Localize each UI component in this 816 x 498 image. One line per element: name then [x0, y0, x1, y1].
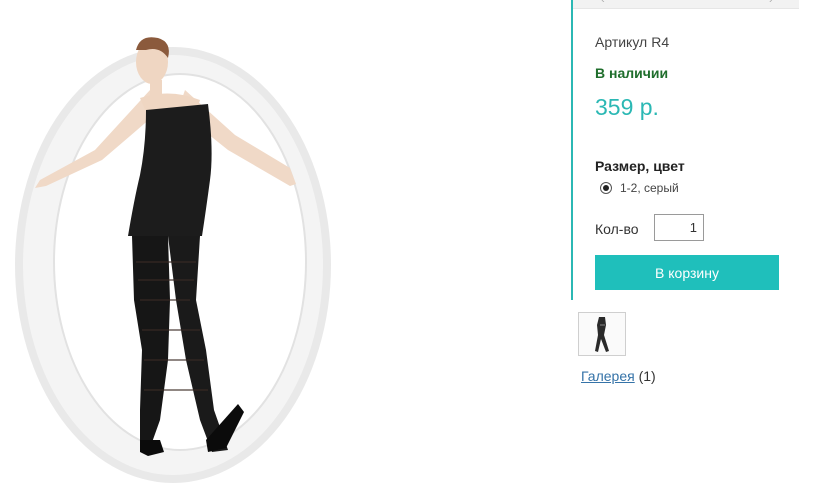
- quantity-input[interactable]: [654, 214, 704, 241]
- panel-nav-bar: ‹ ›: [573, 0, 799, 9]
- buy-panel: ‹ › Артикул R4 В наличии 359 р. Размер, ц…: [571, 0, 803, 300]
- sku-value: R4: [651, 34, 670, 50]
- gallery-link[interactable]: Галерея: [581, 368, 635, 384]
- sku-label: Артикул: [595, 34, 648, 50]
- sku: Артикул R4: [595, 34, 669, 50]
- gallery-count: (1): [638, 368, 656, 384]
- variant-option[interactable]: 1-2, серый: [600, 181, 679, 195]
- variant-option-label: 1-2, серый: [620, 181, 679, 195]
- price: 359 р.: [595, 94, 659, 120]
- model-illustration: [15, 37, 331, 483]
- next-arrow-icon[interactable]: ›: [769, 0, 773, 6]
- prev-arrow-icon[interactable]: ‹: [601, 0, 605, 6]
- thumbnail-image: [579, 313, 625, 355]
- stock-status: В наличии: [595, 65, 669, 81]
- product-photo[interactable]: [0, 0, 560, 498]
- gallery-thumbnail[interactable]: [578, 312, 626, 356]
- variant-title: Размер, цвет: [595, 158, 685, 174]
- add-to-cart-button[interactable]: В корзину: [595, 255, 779, 290]
- quantity-label: Кол-во: [595, 221, 639, 237]
- gallery-row: Галерея (1): [581, 368, 656, 384]
- radio-selected-icon[interactable]: [600, 182, 612, 194]
